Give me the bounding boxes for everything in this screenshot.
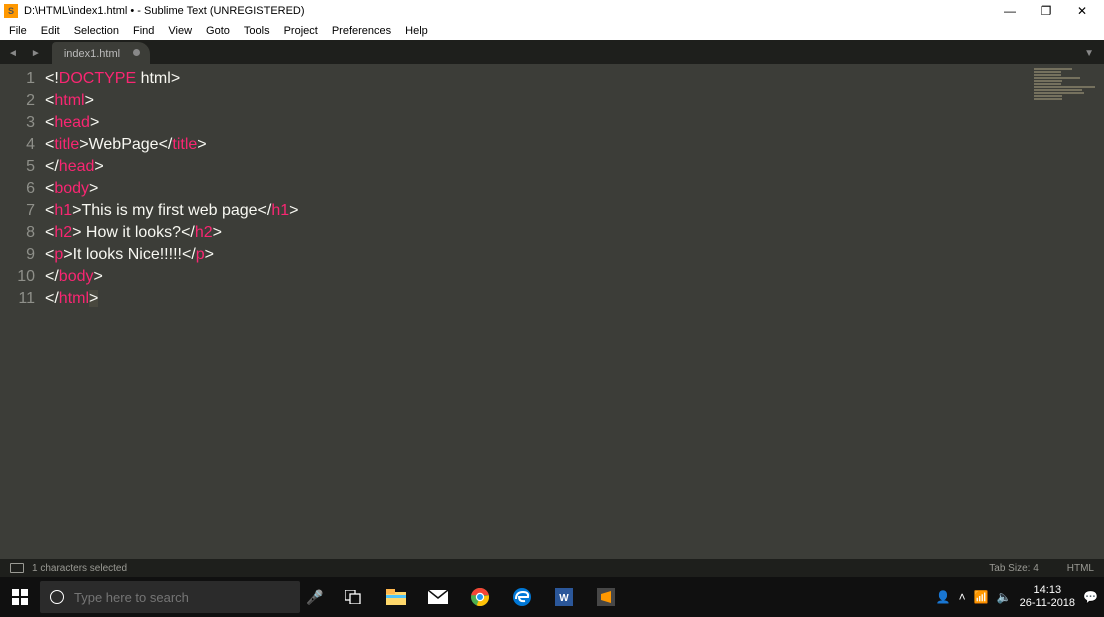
app-window: S D:\HTML\index1.html • - Sublime Text (… — [0, 0, 1104, 577]
editor-area[interactable]: 1234567891011 <!DOCTYPE html><html><head… — [0, 64, 1104, 559]
code-line[interactable]: <h1>This is my first web page</h1> — [45, 200, 1034, 222]
app-logo-icon: S — [4, 4, 18, 18]
nav-forward-icon[interactable]: ► — [23, 48, 46, 64]
clock-time: 14:13 — [1020, 584, 1075, 597]
menu-tools[interactable]: Tools — [237, 25, 277, 37]
line-gutter: 1234567891011 — [0, 64, 45, 559]
minimap[interactable] — [1034, 64, 1104, 559]
code-line[interactable]: </head> — [45, 156, 1034, 178]
system-tray: 👤 ˄ 📶 🔈 14:13 26-11-2018 💬 — [936, 584, 1104, 610]
code-line[interactable]: <h2> How it looks?</h2> — [45, 222, 1034, 244]
menu-find[interactable]: Find — [126, 25, 161, 37]
tab-label: index1.html — [64, 48, 120, 60]
menu-view[interactable]: View — [161, 25, 199, 37]
svg-text:W: W — [559, 593, 569, 604]
code-line[interactable]: <body> — [45, 178, 1034, 200]
menubar: FileEditSelectionFindViewGotoToolsProjec… — [0, 22, 1104, 40]
close-button[interactable]: ✕ — [1064, 4, 1100, 18]
line-number: 2 — [0, 90, 45, 112]
start-button[interactable] — [0, 577, 40, 617]
code-line[interactable]: <p>It looks Nice!!!!!</p> — [45, 244, 1034, 266]
network-icon[interactable]: 📶 — [974, 590, 989, 604]
maximize-button[interactable]: ❐ — [1028, 4, 1064, 18]
task-view-icon[interactable] — [336, 577, 372, 617]
menu-edit[interactable]: Edit — [34, 25, 67, 37]
search-input[interactable] — [74, 590, 290, 605]
word-icon[interactable]: W — [546, 577, 582, 617]
menu-file[interactable]: File — [2, 25, 34, 37]
line-number: 4 — [0, 134, 45, 156]
sublime-icon[interactable] — [588, 577, 624, 617]
cortana-mic-icon[interactable]: 🎤 — [300, 589, 330, 606]
taskbar-clock[interactable]: 14:13 26-11-2018 — [1020, 584, 1075, 610]
status-syntax[interactable]: HTML — [1067, 563, 1094, 574]
line-number: 11 — [0, 288, 45, 310]
line-number: 9 — [0, 244, 45, 266]
taskbar: 🎤 W 👤 ˄ 📶 🔈 14:13 26-11-2018 💬 — [0, 577, 1104, 617]
nav-back-icon[interactable]: ◄ — [0, 48, 23, 64]
line-number: 10 — [0, 266, 45, 288]
line-number: 3 — [0, 112, 45, 134]
search-icon — [50, 590, 64, 604]
menu-goto[interactable]: Goto — [199, 25, 237, 37]
code-line[interactable]: <html> — [45, 90, 1034, 112]
chrome-icon[interactable] — [462, 577, 498, 617]
code-line[interactable]: <!DOCTYPE html> — [45, 68, 1034, 90]
window-title: D:\HTML\index1.html • - Sublime Text (UN… — [24, 5, 992, 17]
code-line[interactable]: </body> — [45, 266, 1034, 288]
status-selection: 1 characters selected — [32, 563, 961, 574]
line-number: 6 — [0, 178, 45, 200]
titlebar: S D:\HTML\index1.html • - Sublime Text (… — [0, 0, 1104, 22]
code-content[interactable]: <!DOCTYPE html><html><head><title>WebPag… — [45, 64, 1034, 559]
code-line[interactable]: <head> — [45, 112, 1034, 134]
taskbar-apps: W — [336, 577, 624, 617]
statusbar: 1 characters selected Tab Size: 4 HTML — [0, 559, 1104, 577]
volume-icon[interactable]: 🔈 — [997, 590, 1012, 604]
line-number: 7 — [0, 200, 45, 222]
people-icon[interactable]: 👤 — [936, 590, 951, 604]
menu-help[interactable]: Help — [398, 25, 435, 37]
code-line[interactable]: <title>WebPage</title> — [45, 134, 1034, 156]
tab-active[interactable]: index1.html — [52, 42, 150, 64]
code-line[interactable]: </html> — [45, 288, 1034, 310]
clock-date: 26-11-2018 — [1020, 597, 1075, 610]
panel-icon[interactable] — [10, 563, 24, 573]
edge-icon[interactable] — [504, 577, 540, 617]
mail-icon[interactable] — [420, 577, 456, 617]
unsaved-dot-icon — [133, 49, 140, 56]
minimize-button[interactable]: — — [992, 4, 1028, 18]
tab-dropdown-icon[interactable]: ▼ — [1084, 48, 1104, 64]
notifications-icon[interactable]: 💬 — [1083, 590, 1098, 604]
menu-preferences[interactable]: Preferences — [325, 25, 398, 37]
file-explorer-icon[interactable] — [378, 577, 414, 617]
taskbar-search[interactable] — [40, 581, 300, 613]
menu-project[interactable]: Project — [277, 25, 325, 37]
tab-row: ◄ ► index1.html ▼ — [0, 40, 1104, 64]
line-number: 5 — [0, 156, 45, 178]
line-number: 8 — [0, 222, 45, 244]
line-number: 1 — [0, 68, 45, 90]
menu-selection[interactable]: Selection — [67, 25, 126, 37]
tray-chevron-up-icon[interactable]: ˄ — [959, 590, 966, 604]
status-tabsize[interactable]: Tab Size: 4 — [989, 563, 1038, 574]
